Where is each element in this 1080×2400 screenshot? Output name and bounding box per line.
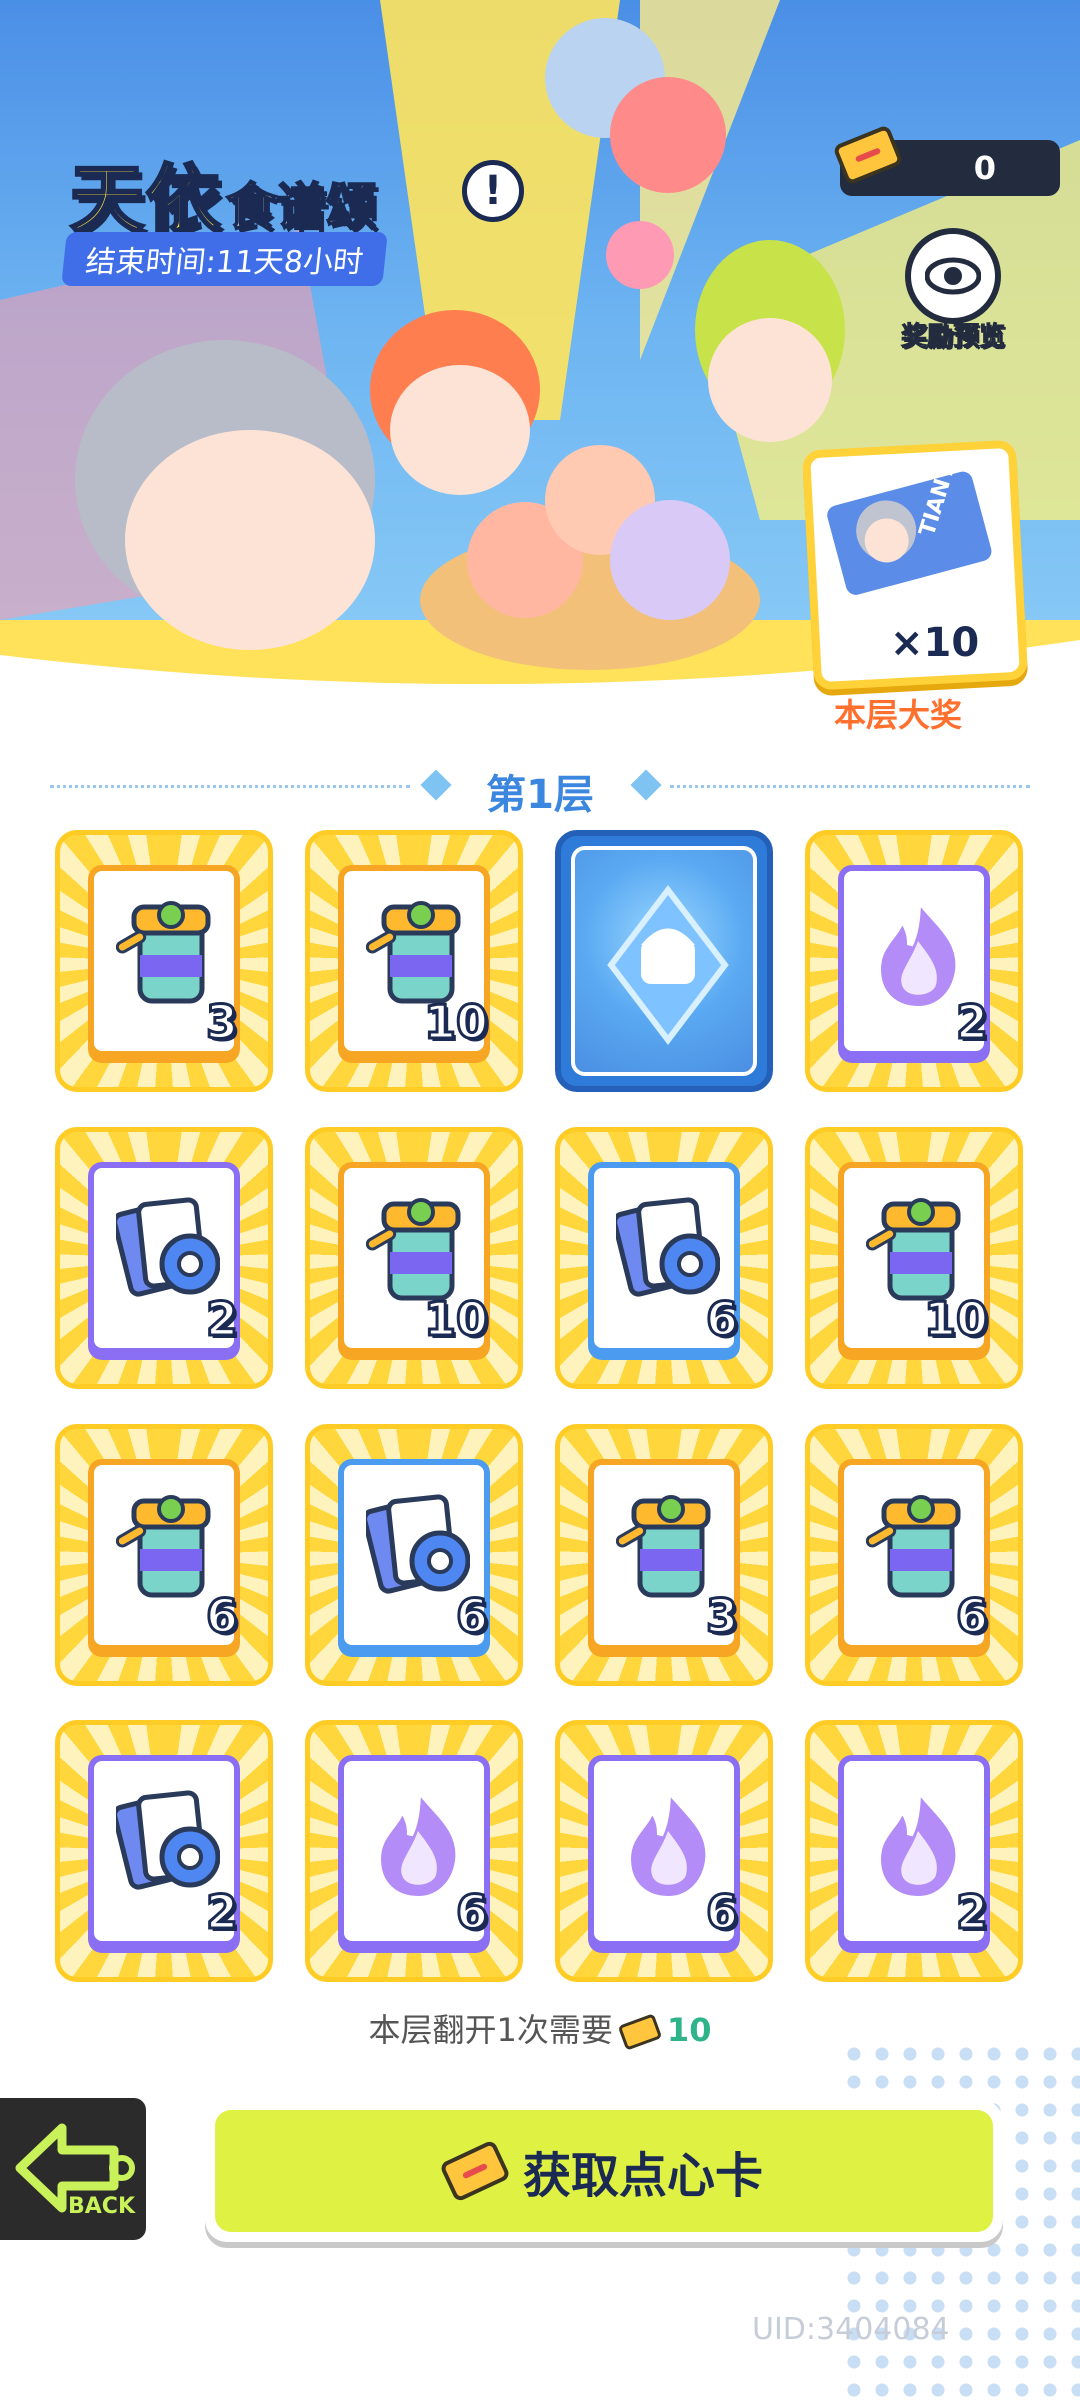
reward-card[interactable]: 2 (55, 1720, 273, 1982)
snack-card-ticket-icon (617, 2013, 663, 2051)
get-snack-card-button[interactable]: 获取点心卡 (205, 2100, 1003, 2242)
reward-quantity: 10 (422, 994, 489, 1051)
purple-flame-icon (616, 1780, 720, 1903)
eye-icon (905, 228, 1001, 324)
event-title-main: 天依 (69, 156, 222, 245)
reward-card[interactable]: 6 (305, 1720, 523, 1982)
layer-header: 第1层 (0, 760, 1080, 818)
event-timer: 结束时间:11天8小时 (61, 232, 389, 286)
reward-quantity: 3 (704, 1588, 739, 1645)
card-pack-icon (112, 1190, 221, 1310)
reward-quantity: 2 (204, 1884, 239, 1941)
reward-quantity: 6 (454, 1884, 489, 1941)
reward-quantity: 3 (204, 994, 239, 1051)
reward-quantity: 10 (422, 1291, 489, 1348)
reward-quantity: 6 (704, 1291, 739, 1348)
reward-card[interactable]: 2 (805, 1720, 1023, 1982)
reward-card[interactable]: 10 (305, 1127, 523, 1389)
divider-right (670, 785, 1030, 788)
snack-jar-icon (115, 893, 220, 1013)
flip-cost-text: 本层翻开1次需要 (368, 2011, 613, 2049)
reward-card[interactable]: 6 (805, 1424, 1023, 1686)
reward-card[interactable]: 2 (805, 830, 1023, 1092)
reward-card[interactable]: 3 (55, 830, 273, 1092)
reward-card[interactable]: 6 (55, 1424, 273, 1686)
back-label: BACK (68, 2194, 135, 2219)
get-snack-card-label: 获取点心卡 (522, 2148, 763, 2204)
snack-jar-icon (615, 1487, 720, 1607)
get-snack-card-button-face: 获取点心卡 (215, 2110, 993, 2232)
revealed-card[interactable] (555, 830, 773, 1092)
reward-quantity: 10 (922, 1291, 989, 1348)
grand-prize-multiplier: ×10 (890, 620, 980, 666)
back-button[interactable]: BACK (0, 2092, 152, 2246)
reward-quantity: 6 (704, 1884, 739, 1941)
snack-jar-icon (115, 1487, 220, 1607)
card-pack-icon (362, 1487, 471, 1607)
reward-card[interactable]: 3 (555, 1424, 773, 1686)
info-icon: ! (483, 168, 503, 214)
snack-card-count: 0 (973, 149, 996, 187)
card-pack-icon (612, 1190, 721, 1310)
reward-quantity: 6 (954, 1588, 989, 1645)
flip-cost-value: 10 (666, 2011, 712, 2049)
reward-card[interactable]: 2 (55, 1127, 273, 1389)
reward-quantity: 6 (454, 1588, 489, 1645)
snack-jar-icon (865, 1487, 970, 1607)
reward-quantity: 2 (954, 994, 989, 1051)
card-pack-icon (112, 1783, 221, 1903)
user-id: UID:3404084 (752, 2312, 950, 2347)
event-title: 天依 食谱颂 (69, 140, 378, 247)
card-back (571, 846, 757, 1076)
layer-title: 第1层 (486, 772, 594, 818)
reward-quantity: 2 (954, 1884, 989, 1941)
reward-preview-button[interactable]: 奖励预览 (898, 228, 1008, 353)
reward-card[interactable]: 10 (805, 1127, 1023, 1389)
reward-quantity: 6 (204, 1588, 239, 1645)
snack-card-ticket-icon (438, 2139, 512, 2203)
event-title-sub: 食谱颂 (225, 177, 377, 237)
reward-card[interactable]: 6 (555, 1720, 773, 1982)
reward-card[interactable]: 6 (305, 1424, 523, 1686)
event-banner: 天依 食谱颂 ! 结束时间:11天8小时 0 奖励预览 TIANYI ×10 本… (0, 0, 1080, 735)
info-button[interactable]: ! (462, 160, 524, 222)
reward-quantity: 2 (204, 1291, 239, 1348)
reward-preview-label: 奖励预览 (900, 322, 1005, 353)
reward-card[interactable]: 10 (305, 830, 523, 1092)
grand-prize[interactable]: TIANYI ×10 本层大奖 (800, 439, 1030, 734)
purple-flame-icon (866, 1780, 970, 1903)
purple-flame-icon (866, 890, 970, 1013)
reward-card[interactable]: 6 (555, 1127, 773, 1389)
grand-prize-label: 本层大奖 (834, 696, 963, 734)
purple-flame-icon (366, 1780, 470, 1903)
